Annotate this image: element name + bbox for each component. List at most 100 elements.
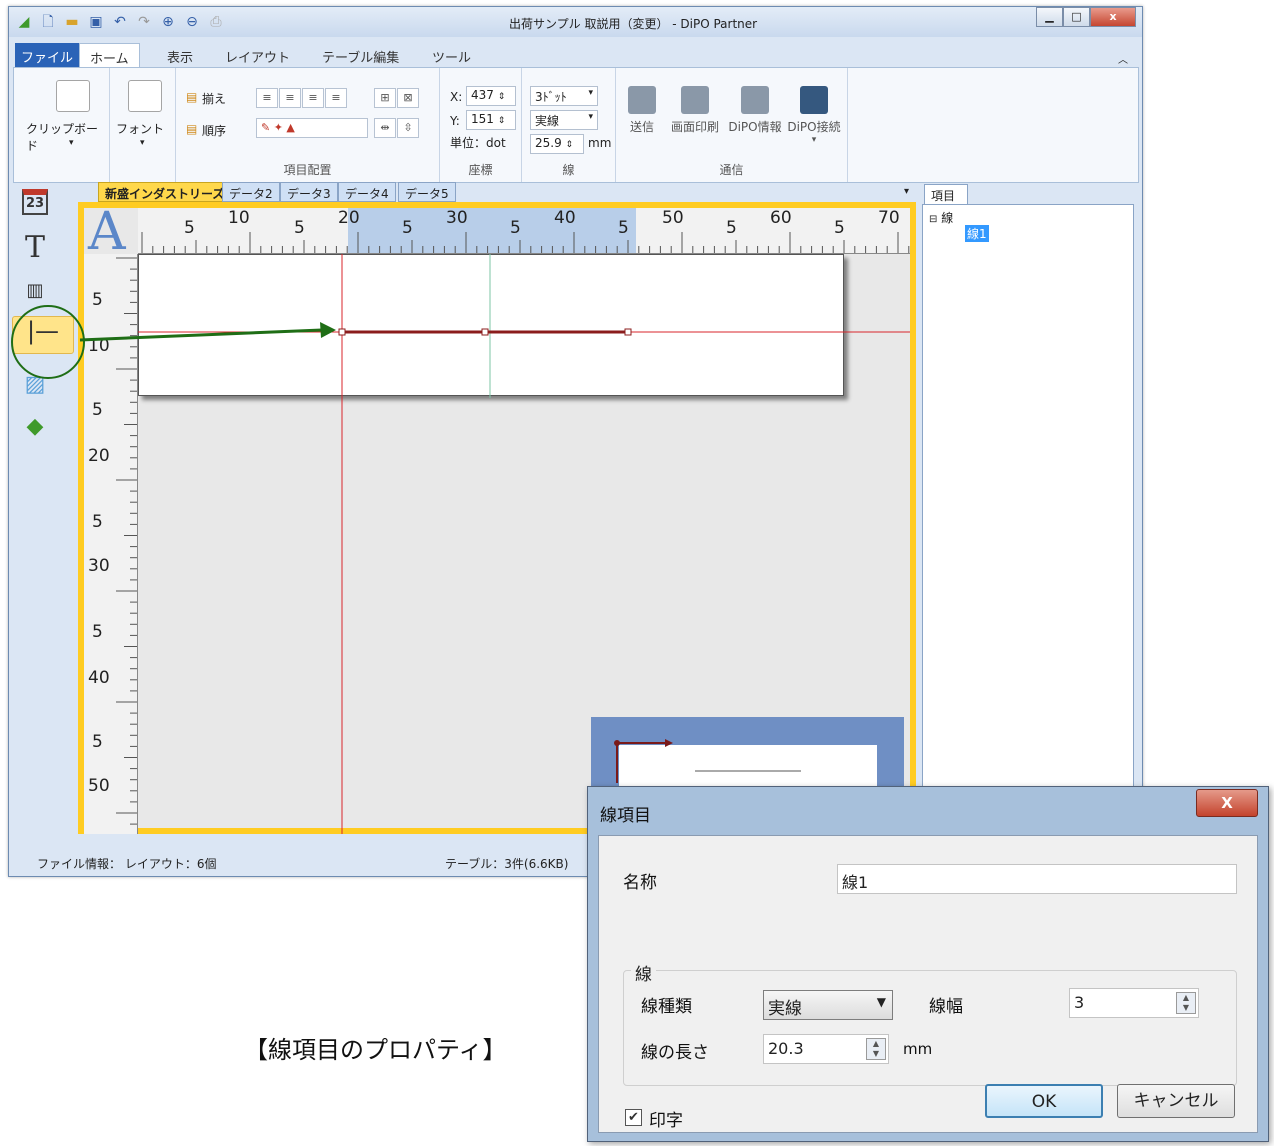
ok-button[interactable]: OK <box>985 1084 1103 1118</box>
save-icon[interactable]: ▣ <box>87 13 105 31</box>
tab-tools[interactable]: ツール <box>422 43 481 67</box>
send-button[interactable]: 送信 <box>624 86 660 135</box>
dipo-info-label: DiPO情報 <box>728 120 782 134</box>
line-tool-icon[interactable]: |— <box>12 316 74 354</box>
dipo-connect-button[interactable]: DiPO接続 ▾ <box>784 86 844 145</box>
redo-icon[interactable]: ↷ <box>135 13 153 31</box>
print-icon[interactable]: ⎙ <box>207 13 225 31</box>
ruler-num: 5 <box>726 218 737 238</box>
undo-icon[interactable]: ↶ <box>111 13 129 31</box>
fit-icon[interactable]: ⊞ <box>374 88 396 108</box>
ruler-num: 5 <box>92 400 103 420</box>
clipboard-button[interactable]: クリップボード <box>26 120 109 154</box>
tree-collapse-icon[interactable]: ⊟ <box>929 214 937 225</box>
barcode-icon[interactable]: ▥ <box>18 280 52 314</box>
align-justify-icon[interactable]: ≡ <box>325 88 347 108</box>
minimize-button[interactable]: ▁ <box>1036 7 1063 27</box>
send-label: 送信 <box>629 120 654 134</box>
text-icon[interactable]: T <box>18 230 52 265</box>
y-label: Y: <box>450 114 460 128</box>
order-icon[interactable]: ▤ <box>186 122 197 136</box>
window-controls: ▁ □ x <box>1036 7 1136 27</box>
quick-access-toolbar: ◢ 🗋 ▬ ▣ ↶ ↷ ⊕ ⊖ ⎙ <box>15 13 225 31</box>
ruler-num: 60 <box>770 208 792 228</box>
y-input[interactable]: 151 ⇕ <box>466 110 516 130</box>
open-folder-icon[interactable]: ▬ <box>63 13 81 31</box>
line-type-dropdown-icon[interactable]: ▼ <box>877 995 886 1009</box>
tab-home[interactable]: ホーム <box>79 43 140 67</box>
tree-item-line1[interactable]: 線1 <box>965 225 989 242</box>
line-length-input[interactable]: 25.9 ⇕ <box>530 134 584 154</box>
tab-layout[interactable]: レイアウト <box>215 43 300 67</box>
x-input[interactable]: 437 ⇕ <box>466 86 516 106</box>
clipboard-dropdown-icon[interactable]: ▾ <box>69 138 74 148</box>
tree-root[interactable]: ⊟ 線 <box>929 209 953 226</box>
calendar-icon[interactable]: 23 <box>18 186 52 220</box>
align-center-icon[interactable]: ≡ <box>279 88 301 108</box>
caption: 【線項目のプロパティ】 <box>244 1036 507 1064</box>
x-value: 437 <box>471 88 494 102</box>
line-item-dialog: 線項目 X 名称 線1 線 線種類 実線 ▼ 線幅 3 ▲ ▼ 線の長さ 20.3… <box>587 786 1269 1142</box>
order-button[interactable]: 順序 <box>202 122 226 139</box>
font-icon[interactable] <box>128 80 162 112</box>
dipo-connect-dropdown-icon[interactable]: ▾ <box>784 135 844 145</box>
line-width-dropdown-icon[interactable]: ▾ <box>588 88 593 98</box>
print-checkbox[interactable]: ✔ <box>625 1109 642 1126</box>
doc-tab-data3[interactable]: データ3 <box>280 182 338 202</box>
ruler-top: 5 10 5 20 5 30 5 40 5 50 5 60 5 70 <box>138 208 910 254</box>
line-type-select[interactable]: 実線 ▾ <box>530 110 598 130</box>
align-right-icon[interactable]: ≡ <box>302 88 324 108</box>
zoom-in-icon[interactable]: ⊕ <box>159 13 177 31</box>
dialog-body: 名称 線1 線 線種類 実線 ▼ 線幅 3 ▲ ▼ 線の長さ 20.3 ▲ ▼ mm… <box>598 835 1258 1133</box>
line-length-spin-icon[interactable]: ⇕ <box>566 140 574 150</box>
tag-icon[interactable]: ◆ <box>18 414 52 448</box>
ribbon-collapse-icon[interactable]: ︿ <box>1118 51 1128 66</box>
x-spin-icon[interactable]: ⇕ <box>498 92 506 102</box>
new-file-icon[interactable]: 🗋 <box>39 13 57 31</box>
dipo-connect-label: DiPO接続 <box>787 120 841 134</box>
tab-table-edit[interactable]: テーブル編集 <box>312 43 409 67</box>
line-type-dropdown-icon[interactable]: ▾ <box>588 112 593 122</box>
zoom-out-icon[interactable]: ⊖ <box>183 13 201 31</box>
font-dropdown-icon[interactable]: ▾ <box>140 138 145 148</box>
doc-tab-data2[interactable]: データ2 <box>222 182 280 202</box>
name-input[interactable]: 線1 <box>837 864 1237 894</box>
line-width-input[interactable]: 3 ▲ ▼ <box>1069 988 1199 1018</box>
y-spin-icon[interactable]: ⇕ <box>498 116 506 126</box>
dialog-close-button[interactable]: X <box>1196 789 1258 817</box>
cancel-button[interactable]: キャンセル <box>1117 1084 1235 1118</box>
doc-tab-dropdown-icon[interactable]: ▾ <box>904 186 909 197</box>
align-left-icon[interactable]: ≡ <box>256 88 278 108</box>
line-length-spinner[interactable]: ▲ ▼ <box>866 1038 886 1060</box>
ruler-num: 5 <box>92 290 103 310</box>
tab-view[interactable]: 表示 <box>157 43 203 67</box>
tab-file[interactable]: ファイル <box>15 43 80 67</box>
doc-tab-main[interactable]: 新盛インダストリーズ <box>98 182 232 202</box>
distribute-h-icon[interactable]: ⇹ <box>374 118 396 138</box>
distribute-v-icon[interactable]: ⇳ <box>397 118 419 138</box>
screen-print-button[interactable]: 画面印刷 <box>666 86 724 135</box>
fit-alt-icon[interactable]: ⊠ <box>397 88 419 108</box>
close-button[interactable]: x <box>1090 7 1136 27</box>
line-length-label: 線の長さ <box>641 1043 709 1063</box>
tree-tab[interactable]: 項目 <box>924 184 968 204</box>
line-type-select[interactable]: 実線 ▼ <box>763 990 893 1020</box>
clipboard-icon[interactable] <box>56 80 90 112</box>
dipo-info-button[interactable]: DiPO情報 <box>726 86 784 135</box>
ruler-num: 5 <box>92 512 103 532</box>
image-icon[interactable]: ▨ <box>18 372 52 406</box>
pin-tools[interactable]: ✎ ✦ ▲ <box>256 118 368 138</box>
doc-tab-data4[interactable]: データ4 <box>338 182 396 202</box>
doc-tab-data5[interactable]: データ5 <box>398 182 456 202</box>
line-width-select[interactable]: 3ﾄﾞｯﾄ ▾ <box>530 86 598 106</box>
comm-group: 送信 画面印刷 DiPO情報 DiPO接続 ▾ 通信 <box>616 68 848 182</box>
dialog-title: 線項目 <box>600 806 651 826</box>
ruler-num: 10 <box>88 336 110 356</box>
maximize-button[interactable]: □ <box>1063 7 1090 27</box>
label-canvas[interactable] <box>138 254 844 396</box>
font-button[interactable]: フォント <box>116 120 164 137</box>
line-length-input[interactable]: 20.3 ▲ ▼ <box>763 1034 889 1064</box>
align-icon[interactable]: ▤ <box>186 90 197 104</box>
align-button[interactable]: 揃え <box>202 90 226 107</box>
line-width-spinner[interactable]: ▲ ▼ <box>1176 992 1196 1014</box>
